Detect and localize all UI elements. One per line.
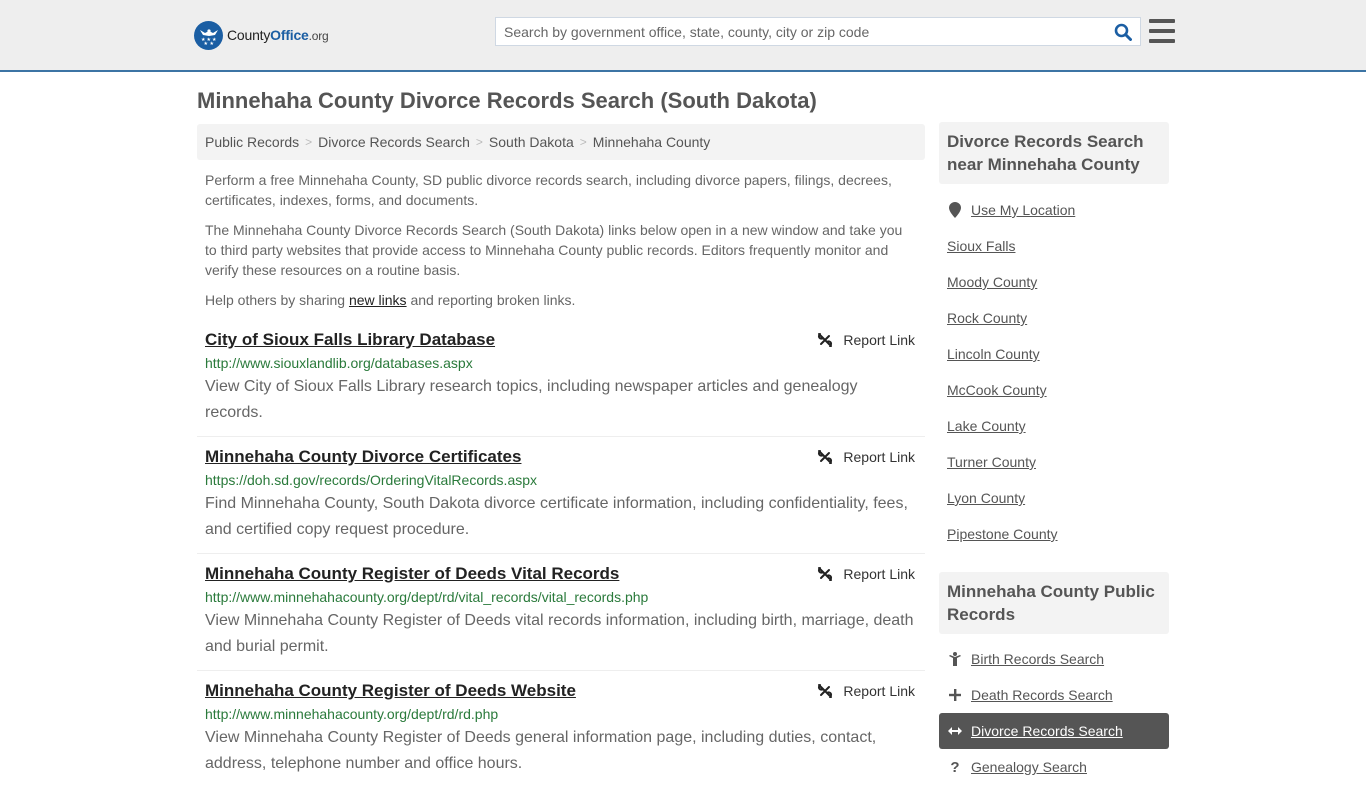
map-pin-icon [947, 202, 963, 218]
breadcrumb-separator: > [305, 135, 313, 149]
nearby-link-lake-county[interactable]: Lake County [947, 418, 1026, 434]
nearby-link-turner-county[interactable]: Turner County [947, 454, 1036, 470]
result-url: http://www.minnehahacounty.org/dept/rd/v… [205, 589, 649, 605]
logo-text: CountyOffice.org [227, 27, 329, 43]
help-paragraph: Help others by sharing new links and rep… [205, 292, 576, 308]
svg-text:★: ★ [209, 41, 214, 46]
public-records-heading: Minnehaha County Public Records [939, 572, 1169, 634]
nearby-link-sioux-falls[interactable]: Sioux Falls [947, 238, 1015, 254]
eagle-stars-logo-icon: ★ ★ ★ ★ ★ [194, 20, 223, 50]
breadcrumb-south-dakota[interactable]: South Dakota [489, 134, 574, 150]
result-item: Minnehaha County Register of Deeds Websi… [197, 681, 925, 788]
sidebar-item-birth-records[interactable]: Birth Records Search [939, 641, 1169, 677]
broken-link-icon [818, 567, 833, 581]
disclaimer-paragraph: The Minnehaha County Divorce Records Sea… [205, 222, 903, 278]
search-icon [1114, 23, 1132, 41]
person-icon [947, 652, 963, 666]
nearby-link-moody-county[interactable]: Moody County [947, 274, 1037, 290]
report-link-button[interactable]: Report Link [817, 449, 915, 465]
search-box [495, 17, 1141, 46]
result-item: Minnehaha County Register of Deeds Vital… [197, 564, 925, 671]
nearby-link-mccook-county[interactable]: McCook County [947, 382, 1047, 398]
result-title-link[interactable]: Minnehaha County Register of Deeds Websi… [205, 681, 576, 701]
result-title-link[interactable]: City of Sioux Falls Library Database [205, 330, 495, 350]
report-link-button[interactable]: Report Link [817, 332, 915, 348]
result-description: View Minnehaha County Register of Deeds … [205, 729, 877, 772]
result-title-link[interactable]: Minnehaha County Register of Deeds Vital… [205, 564, 619, 584]
result-description: Find Minnehaha County, South Dakota divo… [205, 495, 908, 538]
result-description: View City of Sioux Falls Library researc… [205, 378, 858, 421]
broken-link-icon [818, 450, 833, 464]
result-title-link[interactable]: Minnehaha County Divorce Certificates [205, 447, 521, 467]
left-right-arrow-icon [947, 726, 963, 736]
breadcrumb-divorce-records-search[interactable]: Divorce Records Search [318, 134, 470, 150]
nearby-link-rock-county[interactable]: Rock County [947, 310, 1027, 326]
page-title: Minnehaha County Divorce Records Search … [197, 88, 817, 113]
result-description: View Minnehaha County Register of Deeds … [205, 612, 914, 655]
sidebar-item-divorce-records[interactable]: Divorce Records Search [939, 713, 1169, 749]
breadcrumb-separator: > [475, 135, 483, 149]
report-link-button[interactable]: Report Link [817, 566, 915, 582]
result-url: http://www.siouxlandlib.org/databases.as… [205, 355, 473, 371]
hamburger-menu-icon[interactable] [1149, 19, 1175, 43]
site-header: ★ ★ ★ ★ ★ CountyOffice.org [0, 0, 1366, 72]
nearby-link-lyon-county[interactable]: Lyon County [947, 490, 1025, 506]
site-logo[interactable]: ★ ★ ★ ★ ★ CountyOffice.org [194, 20, 329, 50]
broken-link-icon [818, 333, 833, 347]
search-input[interactable] [496, 18, 1106, 45]
result-item: Minnehaha County Divorce Certificates Re… [197, 447, 925, 554]
breadcrumb-public-records[interactable]: Public Records [205, 134, 299, 150]
use-my-location[interactable]: Use My Location [939, 192, 1169, 228]
result-item: City of Sioux Falls Library Database Rep… [197, 330, 925, 437]
search-button[interactable] [1106, 18, 1140, 45]
nearby-link-pipestone-county[interactable]: Pipestone County [947, 526, 1058, 542]
sidebar-item-death-records[interactable]: Death Records Search [939, 677, 1169, 713]
nearby-heading: Divorce Records Search near Minnehaha Co… [939, 122, 1169, 184]
breadcrumb: Public Records > Divorce Records Search … [197, 124, 925, 160]
result-url: http://www.minnehahacounty.org/dept/rd/r… [205, 706, 499, 722]
broken-link-icon [818, 684, 833, 698]
new-links-link[interactable]: new links [349, 292, 407, 308]
question-icon: ? [950, 758, 960, 776]
sidebar-item-genealogy[interactable]: ? Genealogy Search [939, 749, 1169, 785]
breadcrumb-minnehaha-county[interactable]: Minnehaha County [593, 134, 711, 150]
nearby-link-lincoln-county[interactable]: Lincoln County [947, 346, 1040, 362]
report-link-button[interactable]: Report Link [817, 683, 915, 699]
intro-paragraph: Perform a free Minnehaha County, SD publ… [205, 172, 892, 208]
svg-text:★: ★ [203, 41, 208, 46]
result-url: https://doh.sd.gov/records/OrderingVital… [205, 472, 538, 488]
breadcrumb-separator: > [579, 135, 587, 149]
plus-cross-icon [947, 689, 963, 701]
